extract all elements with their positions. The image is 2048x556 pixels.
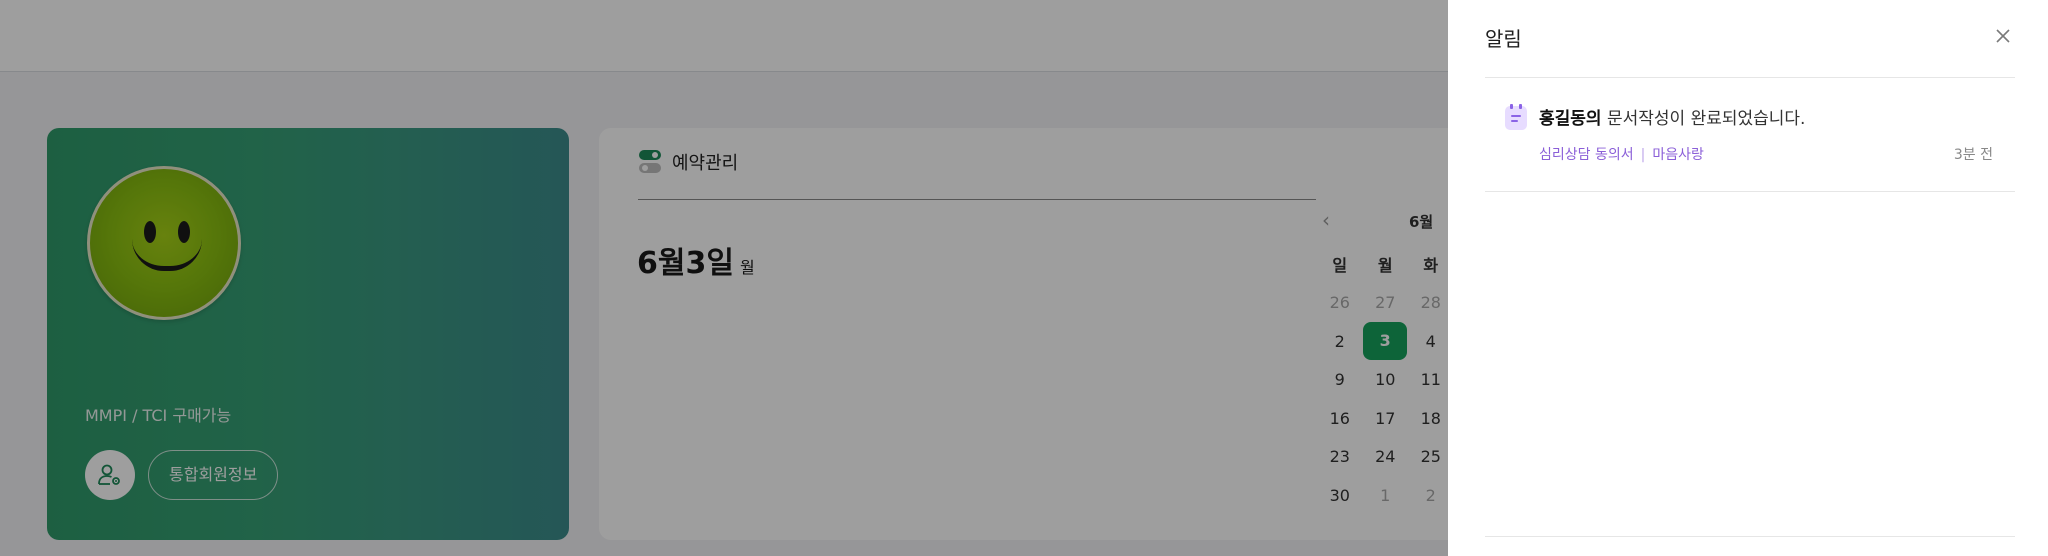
calendar-icon xyxy=(1505,104,1527,130)
divider xyxy=(1485,536,2015,537)
notification-time: 3분 전 xyxy=(1953,147,1993,163)
notification-tags: 심리상담 동의서 | 마음사랑 xyxy=(1539,147,1704,163)
notification-drawer: 알림 홍길동의 문서작성이 완료되었습니다. 심리상담 동의서 | 마음사랑 3분 … xyxy=(1448,0,2048,556)
close-icon[interactable] xyxy=(1991,24,2015,48)
notification-message: 홍길동의 문서작성이 완료되었습니다. xyxy=(1539,109,1806,129)
drawer-title: 알림 xyxy=(1485,27,1522,51)
notification-item[interactable]: 홍길동의 문서작성이 완료되었습니다. 심리상담 동의서 | 마음사랑 3분 전 xyxy=(1485,78,2015,192)
